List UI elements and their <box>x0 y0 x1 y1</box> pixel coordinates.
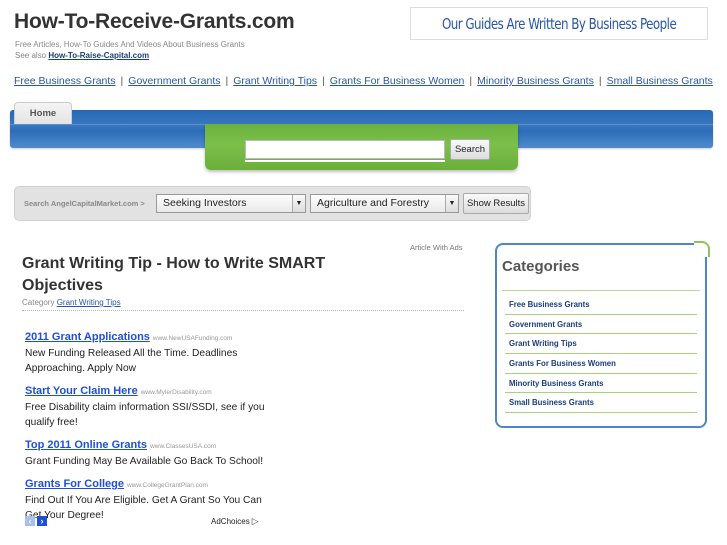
sidebar-title: Categories <box>502 258 580 275</box>
topnav-link-government-grants[interactable]: Government Grants <box>128 75 220 87</box>
ad-title-link[interactable]: Grants For College <box>25 478 124 490</box>
adchoices-label: AdChoices <box>211 517 250 526</box>
topnav-link-free-business-grants[interactable]: Free Business Grants <box>14 75 116 87</box>
topnav-separator: | <box>225 75 229 87</box>
ad-title-link[interactable]: 2011 Grant Applications <box>25 331 150 343</box>
ad-title-link[interactable]: Top 2011 Online Grants <box>25 439 147 451</box>
investor-type-select[interactable]: Seeking Investors ▼ <box>156 194 306 213</box>
article-title: Grant Writing Tip - How to Write SMART O… <box>22 255 326 294</box>
topnav-link-minority-business-grants[interactable]: Minority Business Grants <box>477 75 594 87</box>
sidebar-divider <box>502 290 700 291</box>
investor-type-value: Seeking Investors <box>163 197 247 209</box>
category-prefix: Category <box>22 298 55 307</box>
tab-home[interactable]: Home <box>14 102 72 124</box>
show-results-button[interactable]: Show Results <box>463 193 529 214</box>
topnav-link-grants-for-business-women[interactable]: Grants For Business Women <box>330 75 465 87</box>
see-also-prefix: See also <box>15 51 47 60</box>
ad-url[interactable]: www.ClassesUSA.com <box>150 443 216 450</box>
sidebar-item-small-business-grants[interactable]: Small Business Grants <box>505 393 697 414</box>
ad-description: Free Disability claim information SSI/SS… <box>25 402 265 428</box>
site-search-input[interactable] <box>245 140 445 159</box>
see-also-link[interactable]: How-To-Raise-Capital.com <box>48 51 149 60</box>
article-with-ads-label: Article With Ads <box>410 243 463 252</box>
sidebar-item-minority-business-grants[interactable]: Minority Business Grants <box>505 374 697 394</box>
acm-search-label: Search AngelCapitalMarket.com > <box>24 199 145 208</box>
topnav-separator: | <box>598 75 602 87</box>
chevron-down-icon[interactable]: ▼ <box>292 195 305 212</box>
topnav-link-small-business-grants[interactable]: Small Business Grants <box>607 75 713 87</box>
site-title[interactable]: How-To-Receive-Grants.com <box>14 10 295 34</box>
see-also-line: See also How-To-Raise-Capital.com <box>15 51 149 60</box>
chevron-down-icon[interactable]: ▼ <box>445 195 458 212</box>
category-list: Free Business Grants Government Grants G… <box>505 295 697 414</box>
search-input-underline <box>245 160 445 162</box>
chevron-right-icon[interactable]: › <box>37 516 47 526</box>
ad-description: Grant Funding May Be Available Go Back T… <box>25 456 264 467</box>
top-category-nav: Free Business Grants | Government Grants | G… <box>14 75 713 87</box>
sidebar-item-grants-for-business-women[interactable]: Grants For Business Women <box>505 354 697 374</box>
adchoices-icon: ▷ <box>251 516 259 526</box>
site-tagline: Free Articles, How-To Guides And Videos … <box>15 40 245 49</box>
ad-item: 2011 Grant Applications www.NewUSAFunding… <box>25 327 265 376</box>
sidebar-corner-accent <box>694 241 710 257</box>
sidebar-item-free-business-grants[interactable]: Free Business Grants <box>505 295 697 315</box>
search-button[interactable]: Search <box>450 139 490 160</box>
ad-item: Start Your Claim Here www.MylerDisability… <box>25 381 265 430</box>
topnav-separator: | <box>322 75 325 87</box>
sidebar-item-government-grants[interactable]: Government Grants <box>505 315 697 335</box>
topnav-link-grant-writing-tips[interactable]: Grant Writing Tips <box>233 75 317 87</box>
banner-text: Our Guides Are Written By Business Peopl… <box>441 14 677 33</box>
category-link[interactable]: Grant Writing Tips <box>57 298 121 307</box>
ad-title-link[interactable]: Start Your Claim Here <box>25 385 138 397</box>
article-category: Category Grant Writing Tips <box>22 298 121 307</box>
ad-description: New Funding Released All the Time. Deadl… <box>25 348 238 374</box>
sidebar-item-grant-writing-tips[interactable]: Grant Writing Tips <box>505 334 697 355</box>
ad-url[interactable]: www.MylerDisability.com <box>141 389 212 396</box>
adchoices-link[interactable]: AdChoices ▷ <box>211 516 259 527</box>
article-divider <box>22 310 464 311</box>
chevron-left-icon[interactable]: ‹ <box>25 516 35 526</box>
topnav-separator: | <box>469 75 473 87</box>
ad-url[interactable]: www.NewUSAFunding.com <box>153 335 232 342</box>
header-banner[interactable]: Our Guides Are Written By Business Peopl… <box>410 7 708 40</box>
topnav-separator: | <box>120 75 124 87</box>
ad-url[interactable]: www.CollegeGrantPlan.com <box>127 482 208 489</box>
industry-value: Agriculture and Forestry <box>317 197 430 209</box>
industry-select[interactable]: Agriculture and Forestry ▼ <box>310 194 459 213</box>
ad-item: Top 2011 Online Grants www.ClassesUSA.com… <box>25 435 265 469</box>
ad-block: 2011 Grant Applications www.NewUSAFunding… <box>25 327 265 528</box>
